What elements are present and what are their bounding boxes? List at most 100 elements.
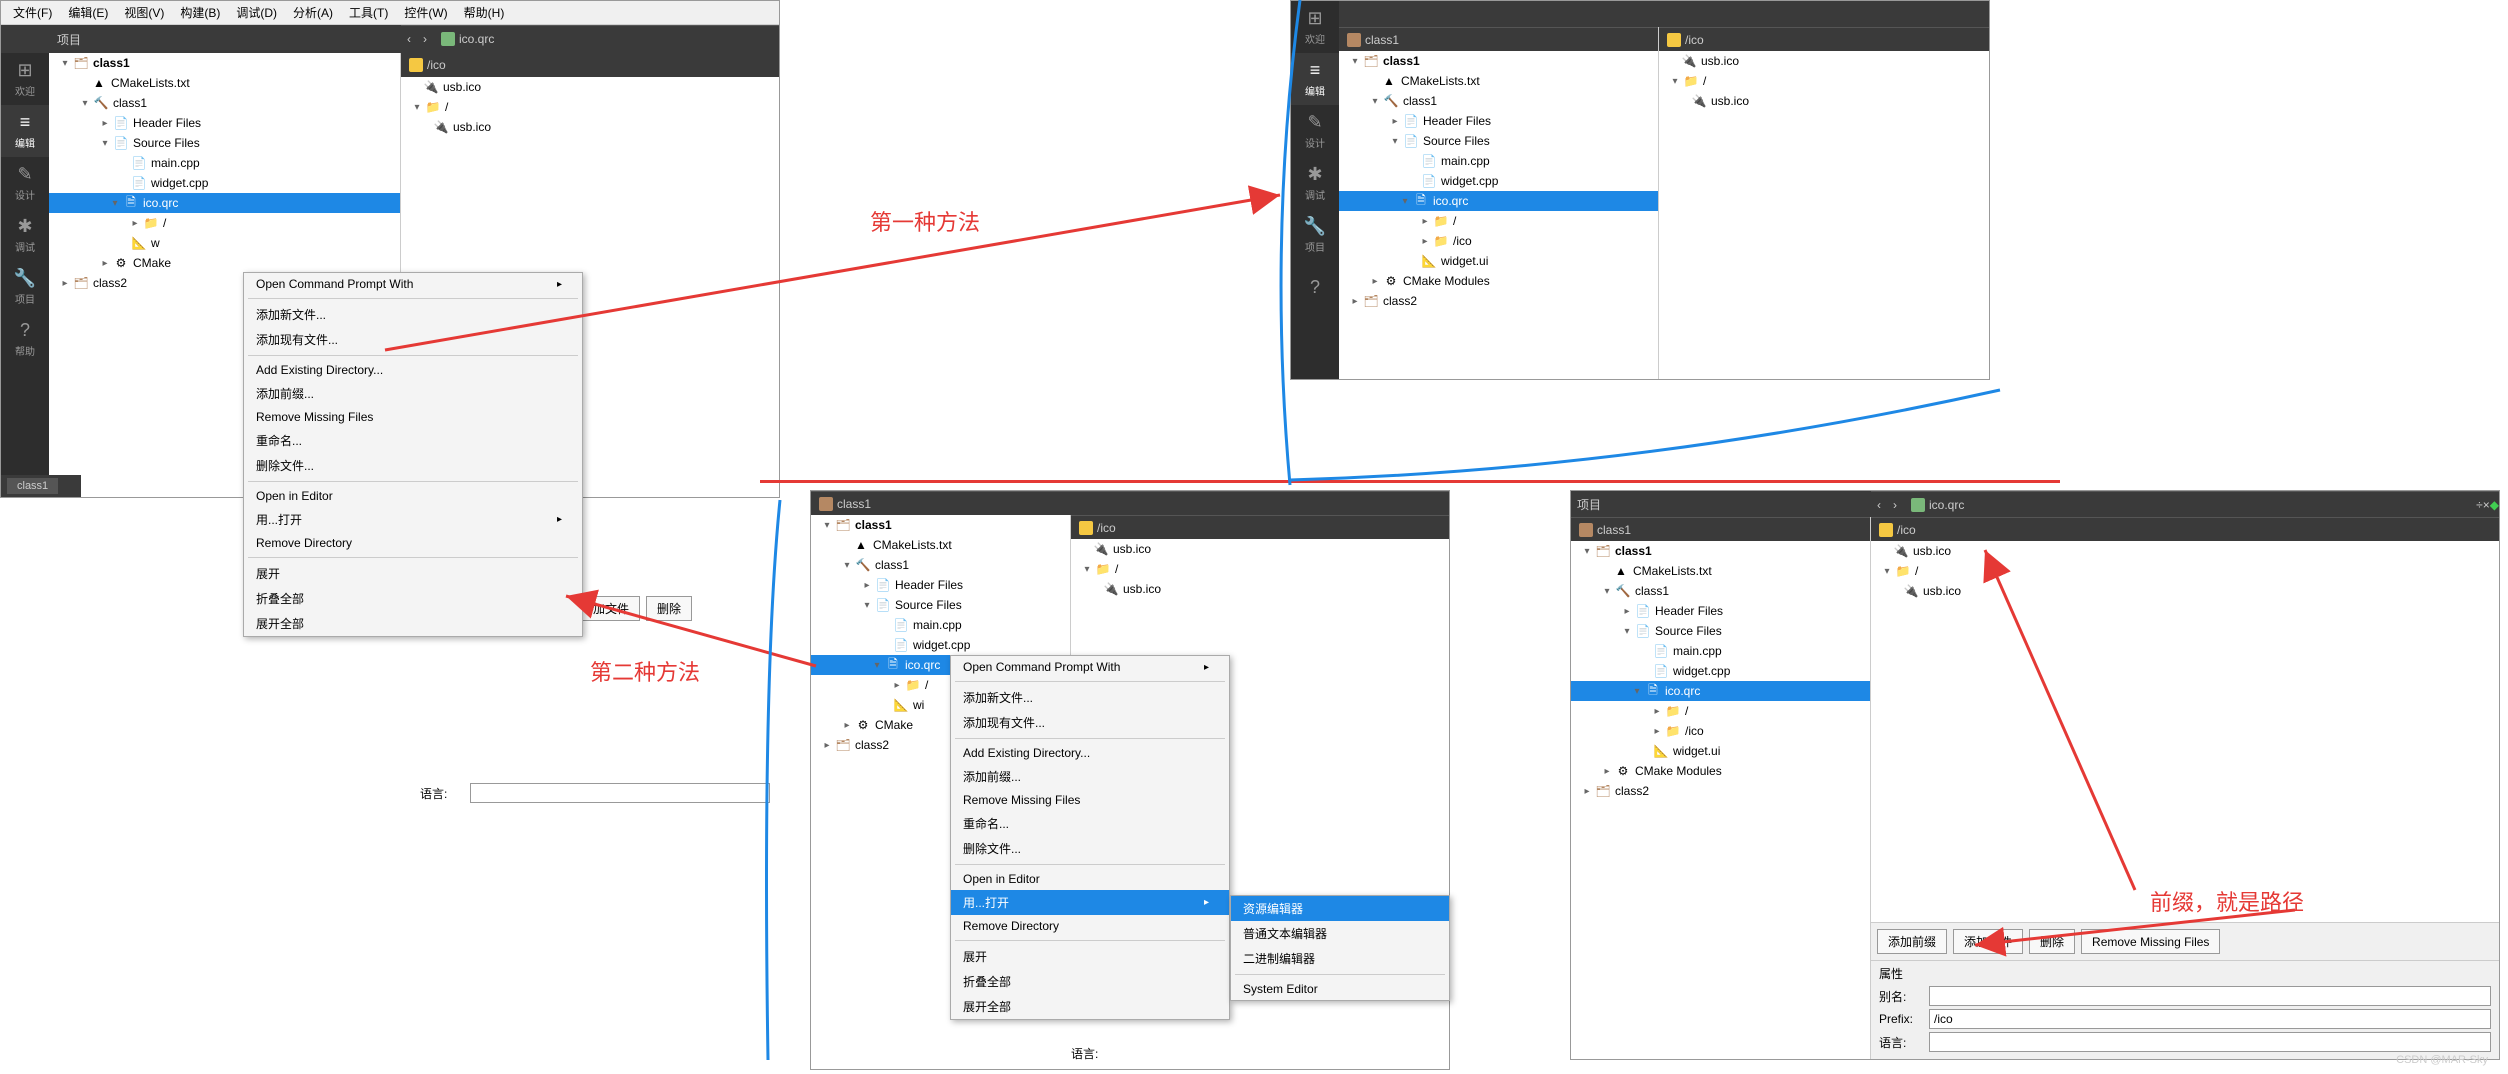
res-usb-ico[interactable]: 🔌usb.ico (1659, 51, 1989, 71)
qt-icon[interactable]: ◆ (2490, 498, 2499, 512)
split-btn-icon[interactable]: ÷ (2476, 498, 2483, 512)
btn-delete[interactable]: 删除 (2029, 929, 2075, 954)
crumb-ico[interactable]: /ico (1871, 521, 1924, 539)
tree-class1[interactable]: ▾🗂class1 (1571, 541, 1870, 561)
sidebar-edit[interactable]: ≡编辑 (1, 105, 49, 157)
cm2-remove-missing[interactable]: Remove Missing Files (951, 789, 1229, 811)
cm-rename[interactable]: 重命名... (244, 428, 582, 453)
res-usb-ico[interactable]: 🔌usb.ico (1871, 541, 2499, 561)
res-slash[interactable]: ▾📁/ (401, 97, 779, 117)
sidebar-edit[interactable]: ≡编辑 (1291, 53, 1339, 105)
crumb-class1[interactable]: class1 (1571, 521, 1639, 539)
sm-system-editor[interactable]: System Editor (1231, 978, 1449, 1000)
tree-main-cpp[interactable]: 📄main.cpp (1339, 151, 1658, 171)
close-icon[interactable]: × (2483, 498, 2490, 512)
tree-class1[interactable]: ▾🗂class1 (1339, 51, 1658, 71)
tree-slash[interactable]: ▸📁/ (49, 213, 400, 233)
tree-sources[interactable]: ▾📄Source Files (1339, 131, 1658, 151)
cm-open-with[interactable]: 用...打开▸ (244, 507, 582, 532)
menu-analyze[interactable]: 分析(A) (285, 2, 341, 23)
tree-cmake-mod[interactable]: ▸⚙CMake Modules (1339, 271, 1658, 291)
res-slash[interactable]: ▾📁/ (1871, 561, 2499, 581)
tree-slash-ico[interactable]: ▸📁/ico (1571, 721, 1870, 741)
menu-build[interactable]: 构建(B) (172, 2, 228, 23)
tree-ico-qrc[interactable]: ▾🗎ico.qrc (49, 193, 400, 213)
crumb-file[interactable]: ico.qrc (1903, 496, 1972, 514)
sidebar-debug[interactable]: ✱调试 (1291, 157, 1339, 209)
cm2-collapse-all[interactable]: 折叠全部 (951, 969, 1229, 994)
tree-ico-qrc[interactable]: ▾🗎ico.qrc (1571, 681, 1870, 701)
cm2-add-existing[interactable]: 添加现有文件... (951, 710, 1229, 735)
tree-class2[interactable]: ▸🗂class2 (1339, 291, 1658, 311)
btn-add-prefix[interactable]: 添加前缀 (1877, 929, 1947, 954)
tree-sources[interactable]: ▾📄Source Files (1571, 621, 1870, 641)
tree-ico-qrc[interactable]: ▾🗎ico.qrc (1339, 191, 1658, 211)
tree-widget-ui[interactable]: 📐widget.ui (1571, 741, 1870, 761)
cm-add-dir[interactable]: Add Existing Directory... (244, 359, 582, 381)
sidebar-project[interactable]: 🔧项目 (1291, 209, 1339, 261)
prefix-input[interactable] (1929, 1009, 2491, 1029)
nav-fwd-icon[interactable]: › (1887, 498, 1903, 512)
crumb-file[interactable]: ico.qrc (433, 30, 502, 48)
nav-back-icon[interactable]: ‹ (1871, 498, 1887, 512)
res-usb-ico2[interactable]: 🔌usb.ico (1871, 581, 2499, 601)
cm2-open-cmd[interactable]: Open Command Prompt With▸ (951, 656, 1229, 678)
cm2-open-editor[interactable]: Open in Editor (951, 868, 1229, 890)
crumb-ico[interactable]: /ico (1071, 519, 1124, 537)
cm2-delete[interactable]: 删除文件... (951, 836, 1229, 861)
tree-headers[interactable]: ▸📄Header Files (1571, 601, 1870, 621)
menu-edit[interactable]: 编辑(E) (60, 2, 116, 23)
tree-cmakelists[interactable]: ▲CMakeLists.txt (1571, 561, 1870, 581)
alias-input[interactable] (1929, 986, 2491, 1006)
res-slash[interactable]: ▾📁/ (1071, 559, 1449, 579)
res-usb-ico2[interactable]: 🔌usb.ico (1071, 579, 1449, 599)
tree-headers[interactable]: ▸📄Header Files (1339, 111, 1658, 131)
tree-main-cpp[interactable]: 📄main.cpp (49, 153, 400, 173)
crumb-class1[interactable]: class1 (811, 495, 879, 513)
tree-slash[interactable]: ▸📁/ (1571, 701, 1870, 721)
menu-debug[interactable]: 调试(D) (228, 2, 285, 23)
tree-widget-cpp[interactable]: 📄widget.cpp (1571, 661, 1870, 681)
tab-class1[interactable]: class1 (7, 478, 58, 494)
tree-sources[interactable]: ▾📄Source Files (811, 595, 1070, 615)
tree-slash-ico[interactable]: ▸📁/ico (1339, 231, 1658, 251)
menu-tools[interactable]: 工具(T) (341, 2, 396, 23)
crumb-ico[interactable]: /ico (401, 56, 454, 74)
cm2-expand[interactable]: 展开 (951, 944, 1229, 969)
tree-class1[interactable]: ▾🗂class1 (811, 515, 1070, 535)
cm-expand[interactable]: 展开 (244, 561, 582, 586)
tree-cmake-mod[interactable]: ▸⚙CMake Modules (1571, 761, 1870, 781)
tree-headers[interactable]: ▸📄Header Files (49, 113, 400, 133)
nav-fwd-icon[interactable]: › (417, 32, 433, 46)
cm-remove-dir[interactable]: Remove Directory (244, 532, 582, 554)
btn-add-file-partial[interactable]: 加文件 (582, 596, 640, 621)
cm2-add-dir[interactable]: Add Existing Directory... (951, 742, 1229, 764)
cm2-remove-dir[interactable]: Remove Directory (951, 915, 1229, 937)
sm-binary-editor[interactable]: 二进制编辑器 (1231, 946, 1449, 971)
cm-add-new[interactable]: 添加新文件... (244, 302, 582, 327)
crumb-ico[interactable]: /ico (1659, 31, 1712, 49)
sidebar-project[interactable]: 🔧项目 (1, 261, 49, 313)
tree-main-cpp[interactable]: 📄main.cpp (811, 615, 1070, 635)
cm-add-existing[interactable]: 添加现有文件... (244, 327, 582, 352)
cm2-add-new[interactable]: 添加新文件... (951, 685, 1229, 710)
tree-widget-cpp[interactable]: 📄widget.cpp (49, 173, 400, 193)
sm-resource-editor[interactable]: 资源编辑器 (1231, 896, 1449, 921)
tree-cmake-mod[interactable]: ▸⚙CMake (49, 253, 400, 273)
tree-sources[interactable]: ▾📄Source Files (49, 133, 400, 153)
tree-main-cpp[interactable]: 📄main.cpp (1571, 641, 1870, 661)
tree-widget-cpp[interactable]: 📄widget.cpp (811, 635, 1070, 655)
tree-cmakelists[interactable]: ▲CMakeLists.txt (49, 73, 400, 93)
tree-class1-sub[interactable]: ▾🔨class1 (811, 555, 1070, 575)
btn-add-file[interactable]: 添加文件 (1953, 929, 2023, 954)
sm-text-editor[interactable]: 普通文本编辑器 (1231, 921, 1449, 946)
tree-slash[interactable]: ▸📁/ (1339, 211, 1658, 231)
menu-view[interactable]: 视图(V) (116, 2, 172, 23)
cm2-expand-all[interactable]: 展开全部 (951, 994, 1229, 1019)
cm-delete[interactable]: 删除文件... (244, 453, 582, 478)
cm-expand-all[interactable]: 展开全部 (244, 611, 582, 636)
tree-widget-ui[interactable]: 📐widget.ui (1339, 251, 1658, 271)
res-slash[interactable]: ▾📁/ (1659, 71, 1989, 91)
cm2-open-with[interactable]: 用...打开▸ (951, 890, 1229, 915)
sidebar-debug[interactable]: ✱调试 (1, 209, 49, 261)
